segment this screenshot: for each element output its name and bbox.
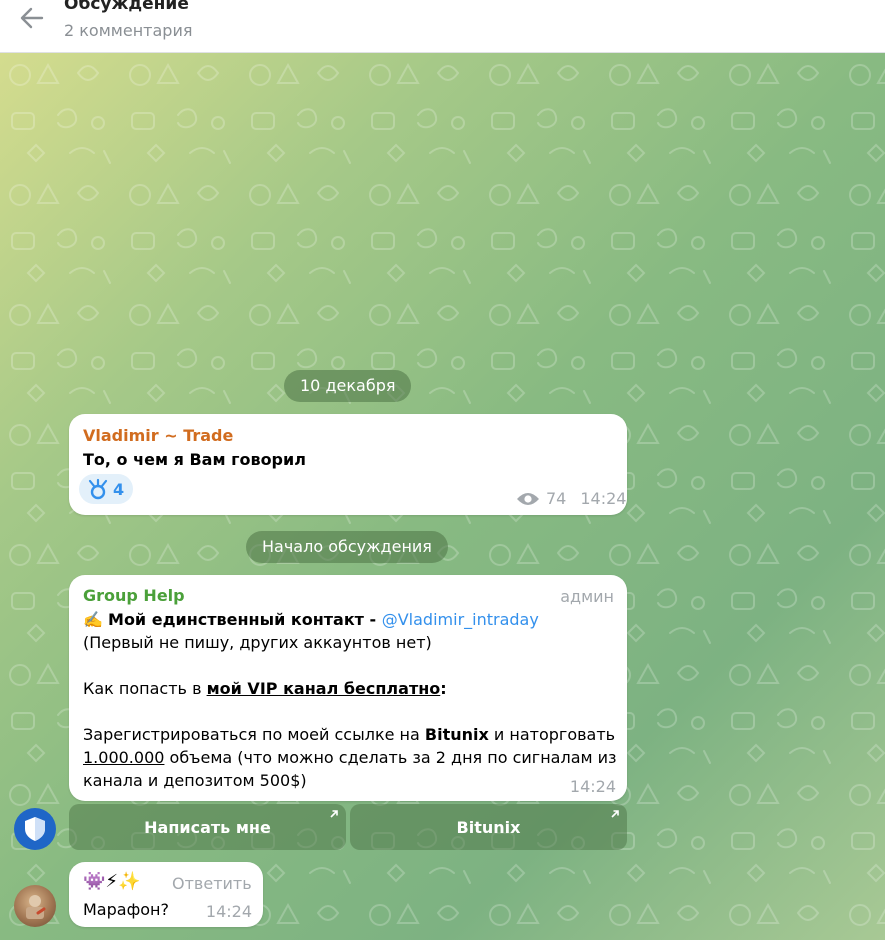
message-line: Зарегистрироваться по моей ссылке на Bit… (83, 725, 616, 744)
message-line: (Первый не пишу, других аккаунтов нет) (83, 633, 432, 652)
bitunix-button[interactable]: Bitunix (350, 804, 627, 850)
shield-icon (25, 817, 45, 841)
mention-link[interactable]: @Vladimir_intraday (382, 610, 539, 629)
message-text: Марафон? (83, 900, 169, 919)
write-me-button[interactable]: Написать мне (69, 804, 346, 850)
reaction-emoji-icon (88, 478, 108, 500)
message-time: 14:24 (580, 489, 627, 508)
writing-hand-emoji: ✍️ (83, 610, 103, 629)
message-bubble-reply[interactable]: 👾⚡✨ Ответить Марафон? 14:24 (69, 862, 263, 927)
message-time: 14:24 (569, 777, 616, 796)
back-arrow-icon[interactable] (18, 5, 46, 31)
message-text: То, о чем я Вам говорил (83, 450, 306, 469)
message-author[interactable]: Vladimir ~ Trade (83, 426, 233, 445)
message-meta: 74 14:24 (516, 489, 626, 508)
user-photo-icon (26, 895, 46, 919)
user-avatar[interactable] (14, 885, 56, 927)
group-help-avatar[interactable] (14, 808, 56, 850)
view-count: 74 (546, 489, 567, 508)
message-line: ✍️ Мой единственный контакт - @Vladimir_… (83, 608, 623, 631)
message-line: канала и депозитом 500$) (83, 771, 307, 790)
admin-badge: админ (560, 587, 614, 606)
emoji-row: 👾⚡✨ (83, 871, 141, 892)
chat-header: Обсуждение 2 комментария (0, 0, 885, 53)
header-subtitle[interactable]: 2 комментария (64, 21, 192, 40)
message-author[interactable]: Group Help (83, 586, 185, 605)
reply-button[interactable]: Ответить (172, 874, 252, 893)
contact-text: Мой единственный контакт - (108, 610, 382, 629)
message-bubble-admin[interactable]: Group Help админ ✍️ Мой единственный кон… (69, 575, 627, 801)
volume-link[interactable]: 1.000.000 (83, 748, 164, 767)
message-body: ✍️ Мой единственный контакт - @Vladimir_… (83, 608, 623, 792)
chat-area[interactable]: 10 декабря Vladimir ~ Trade То, о чем я … (0, 53, 885, 940)
message-line: 1.000.000 объема (что можно сделать за 2… (83, 748, 617, 767)
message-time: 14:24 (205, 902, 252, 921)
date-separator: 10 декабря (284, 370, 412, 402)
external-link-arrow-icon (330, 810, 338, 818)
discussion-start-separator: Начало обсуждения (246, 531, 448, 563)
bitunix-bold: Bitunix (424, 725, 489, 744)
header-title: Обсуждение (64, 0, 189, 14)
external-link-arrow-icon (611, 810, 619, 818)
message-bubble-forwarded[interactable]: Vladimir ~ Trade То, о чем я Вам говорил… (69, 414, 627, 515)
reaction-count: 4 (113, 479, 125, 499)
views-eye-icon (517, 492, 539, 505)
message-line: Как попасть в мой VIP канал бесплатно: (83, 679, 447, 698)
vip-channel-link[interactable]: мой VIP канал бесплатно (207, 679, 441, 698)
reaction-chip[interactable]: 4 (79, 474, 134, 504)
